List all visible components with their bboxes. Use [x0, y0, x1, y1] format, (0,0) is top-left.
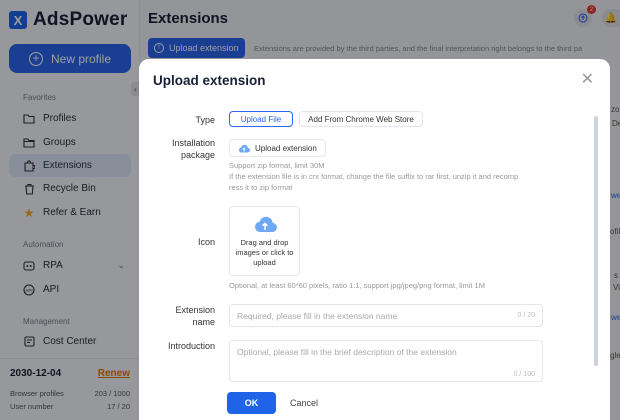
icon-label: Icon	[197, 237, 215, 247]
package-hint: Support zip format, limit 30M	[229, 161, 325, 170]
scrollbar-thumb[interactable]	[594, 116, 598, 366]
type-label: Type	[195, 115, 215, 125]
close-icon[interactable]: ✕	[581, 72, 594, 88]
type-option-chrome-store[interactable]: Add From Chrome Web Store	[299, 111, 423, 127]
cloud-upload-icon	[239, 144, 250, 153]
ok-button[interactable]: OK	[227, 392, 276, 414]
dialog-title: Upload extension	[153, 73, 266, 88]
cancel-button[interactable]: Cancel	[290, 392, 318, 414]
label-line: package	[180, 150, 215, 160]
extension-name-input[interactable]: Required, please fill in the extension n…	[229, 304, 543, 327]
input-placeholder: Optional, please fill in the brief descr…	[237, 347, 457, 357]
installation-package-label: Installation package	[139, 137, 215, 161]
label-line: Installation	[171, 138, 215, 148]
label-line: name	[192, 317, 215, 327]
type-option-upload-file[interactable]: Upload File	[229, 111, 293, 127]
package-hint: ress it to zip format	[229, 183, 293, 192]
char-counter: 0 / 100	[513, 371, 535, 378]
introduction-label: Introduction	[167, 341, 215, 351]
dropzone-text: Drag and drop images or click to upload	[235, 237, 294, 267]
dialog-scrollbar[interactable]	[594, 116, 598, 366]
upload-extension-dialog: Upload extension ✕ Type Upload File Add …	[139, 59, 610, 420]
upload-package-label: Upload extension	[255, 143, 317, 153]
package-hint: If the extension file is in crx format, …	[229, 172, 519, 181]
upload-package-button[interactable]: Upload extension	[229, 139, 326, 157]
label-line: Extension	[175, 305, 215, 315]
char-counter: 0 / 20	[517, 312, 535, 319]
input-placeholder: Required, please fill in the extension n…	[237, 311, 398, 321]
extension-name-label: Extension name	[139, 304, 215, 328]
icon-upload-dropzone[interactable]: Drag and drop images or click to upload	[229, 206, 300, 276]
icon-hint: Optional, at least 60*60 pixels, ratio 1…	[229, 281, 485, 290]
cloud-upload-icon	[254, 216, 277, 232]
introduction-textarea[interactable]: Optional, please fill in the brief descr…	[229, 340, 543, 382]
